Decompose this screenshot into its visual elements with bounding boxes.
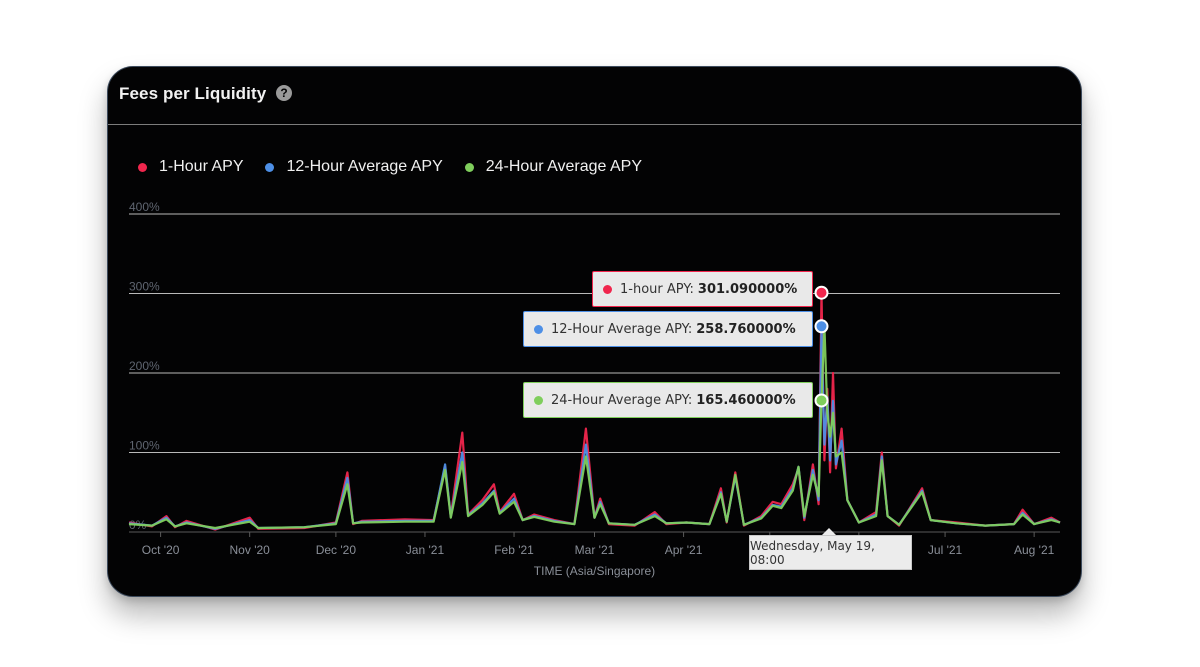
x-axis-hover-tooltip: Wednesday, May 19, 08:00 <box>749 535 912 570</box>
tooltip-value: 258.760000% <box>696 321 796 337</box>
tooltip-label: 24-Hour Average APY: <box>551 392 693 408</box>
x-tick-label: Jul '21 <box>928 543 963 557</box>
x-axis-title: TIME (Asia/Singapore) <box>534 564 655 578</box>
tooltip-value: 165.460000% <box>696 392 796 408</box>
hover-marker-12-hour-average-apy <box>814 319 829 334</box>
tooltip-label: 1-hour APY: <box>620 281 694 297</box>
x-tick-label: Nov '20 <box>230 543 271 557</box>
hover-marker-1-hour-apy <box>814 285 829 300</box>
y-tick-label: 200% <box>129 359 160 373</box>
y-tick-label: 400% <box>129 200 160 214</box>
x-tick-label: Dec '20 <box>316 543 357 557</box>
y-tick-label: 100% <box>129 439 160 453</box>
tooltip-dot-icon <box>603 284 612 294</box>
tooltip-1-hour-apy: 1-hour APY: 301.090000% <box>592 271 813 307</box>
x-tooltip-arrow <box>822 528 836 535</box>
y-tick-label: 300% <box>129 280 160 294</box>
x-tick-label: Apr '21 <box>665 543 703 557</box>
series-line-12-hour-average-apy <box>128 325 1061 530</box>
x-tick-label: Mar '21 <box>575 543 615 557</box>
tooltip-dot-icon <box>534 395 543 405</box>
tooltip-dot-icon <box>534 324 543 334</box>
tooltip-24-hour-average-apy: 24-Hour Average APY: 165.460000% <box>523 382 813 418</box>
x-tick-label: Aug '21 <box>1014 543 1055 557</box>
tooltip-12-hour-average-apy: 12-Hour Average APY: 258.760000% <box>523 311 813 347</box>
x-tick-label: Feb '21 <box>494 543 534 557</box>
fees-per-liquidity-card: Fees per Liquidity ? 1-Hour APY 12-Hour … <box>107 66 1082 597</box>
hover-marker-24-hour-average-apy <box>814 393 829 408</box>
x-tick-label: Oct '20 <box>142 543 180 557</box>
tooltip-value: 301.090000% <box>697 281 798 297</box>
x-tick-label: Jan '21 <box>406 543 445 557</box>
tooltip-label: 12-Hour Average APY: <box>551 321 693 337</box>
series-line-24-hour-average-apy <box>128 324 1061 530</box>
